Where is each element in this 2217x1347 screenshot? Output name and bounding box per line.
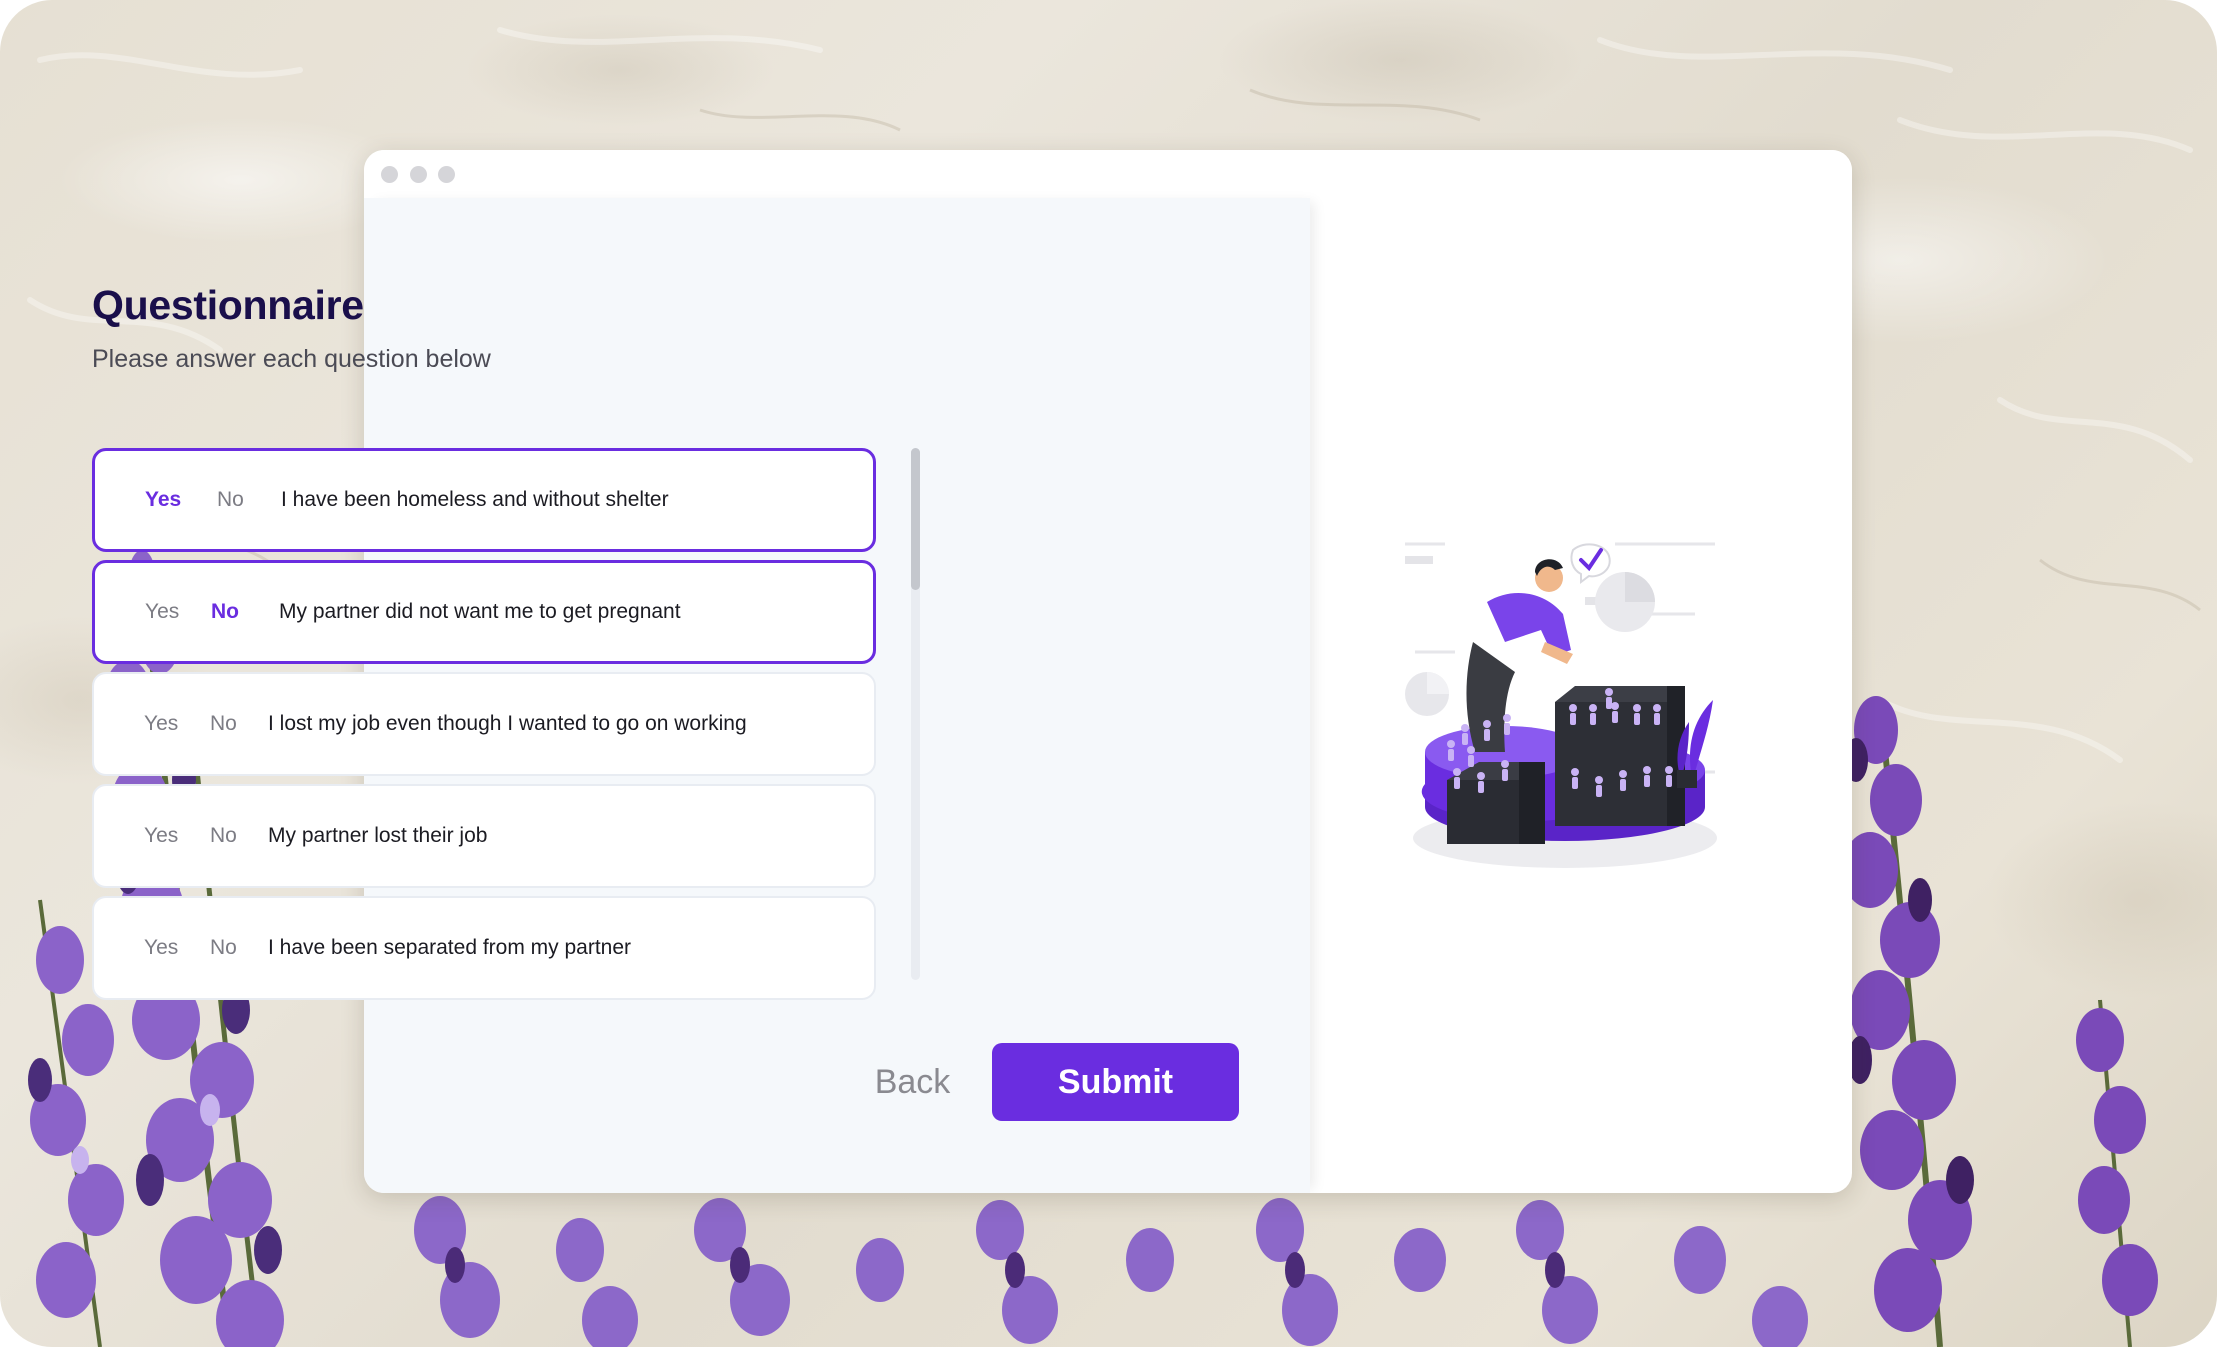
window-dot-icon[interactable] xyxy=(381,166,398,183)
yes-option[interactable]: Yes xyxy=(144,824,178,848)
question-card[interactable]: Yes No I have been homeless and without … xyxy=(92,448,876,552)
question-text: I have been separated from my partner xyxy=(268,936,632,959)
question-card[interactable]: Yes No I lost my job even though I wante… xyxy=(92,672,876,776)
submit-button[interactable]: Submit xyxy=(992,1043,1239,1121)
scrollbar-thumb[interactable] xyxy=(911,448,920,590)
no-option[interactable]: No xyxy=(210,712,237,736)
page-title: Questionnaire xyxy=(92,282,364,328)
yes-option[interactable]: Yes xyxy=(145,488,181,512)
window-dot-icon[interactable] xyxy=(438,166,455,183)
no-option[interactable]: No xyxy=(210,824,237,848)
data-analysis-illustration-icon xyxy=(1405,542,1717,868)
no-option[interactable]: No xyxy=(210,936,237,960)
no-option[interactable]: No xyxy=(211,600,239,624)
back-button[interactable]: Back xyxy=(855,1043,970,1121)
question-text: I lost my job even though I wanted to go… xyxy=(268,712,747,735)
window-titlebar xyxy=(364,150,1852,198)
window-dot-icon[interactable] xyxy=(410,166,427,183)
yes-option[interactable]: Yes xyxy=(145,600,179,624)
no-option[interactable]: No xyxy=(217,488,244,512)
question-card[interactable]: Yes No I have been separated from my par… xyxy=(92,896,876,1000)
page-subtitle: Please answer each question below xyxy=(92,345,491,373)
question-text: My partner lost their job xyxy=(268,824,488,847)
yes-option[interactable]: Yes xyxy=(144,936,178,960)
question-card[interactable]: Yes No My partner did not want me to get… xyxy=(92,560,876,664)
yes-option[interactable]: Yes xyxy=(144,712,178,736)
question-text: I have been homeless and without shelter xyxy=(281,488,669,511)
question-text: My partner did not want me to get pregna… xyxy=(279,600,681,623)
question-card[interactable]: Yes No My partner lost their job xyxy=(92,784,876,888)
